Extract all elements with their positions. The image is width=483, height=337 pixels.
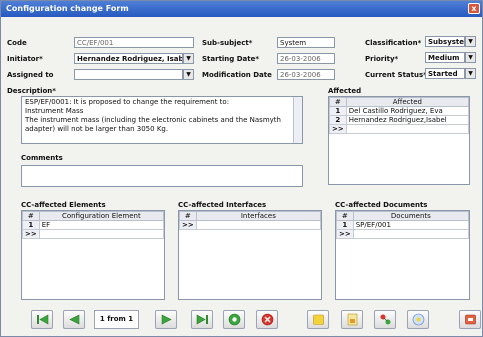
cc-documents-col-name: Documents	[352, 211, 470, 221]
new-record-icon	[228, 313, 240, 326]
status-select[interactable]: Started	[425, 68, 465, 79]
affected-cell[interactable]: Hernandez Rodriguez,Isabel	[345, 115, 470, 125]
row-number: 2	[329, 115, 347, 125]
table-row[interactable]: >>	[336, 229, 470, 239]
workflow-button[interactable]	[374, 310, 396, 329]
title-bar: Configuration change Form x	[1, 1, 482, 17]
status-label: Current Status*	[365, 71, 427, 79]
delete-icon	[261, 313, 273, 326]
row-number: >>	[22, 229, 40, 239]
record-pager: 1 from 1	[94, 310, 139, 329]
assigned-to-select[interactable]	[74, 69, 183, 80]
priority-dropdown-icon[interactable]: ▼	[465, 52, 476, 63]
folder-icon	[312, 314, 324, 325]
row-number: >>	[179, 220, 197, 230]
comments-textarea[interactable]	[21, 165, 303, 187]
cc-documents-col-num: #	[336, 211, 354, 221]
close-button[interactable]: x	[468, 3, 480, 14]
classification-label: Classification*	[365, 39, 422, 47]
exit-icon	[464, 314, 476, 325]
affected-table: # Affected 1 Del Castillo Rodriguez, Eva 2…	[328, 96, 470, 185]
comments-label: Comments	[21, 154, 63, 162]
code-label: Code	[7, 39, 27, 47]
description-scrollbar[interactable]	[293, 97, 302, 143]
help-icon	[412, 313, 424, 326]
affected-col-name: Affected	[345, 97, 470, 107]
assigned-to-label: Assigned to	[7, 71, 54, 79]
cc-interfaces-col-name: Interfaces	[195, 211, 322, 221]
element-cell[interactable]: EF	[38, 220, 165, 230]
previous-icon	[68, 314, 79, 325]
cc-interfaces-label: CC-affected Interfaces	[178, 201, 267, 209]
last-record-button[interactable]	[191, 310, 213, 329]
table-row[interactable]: 1 Del Castillo Rodriguez, Eva	[329, 106, 470, 116]
table-row[interactable]: >>	[22, 229, 165, 239]
subsubject-field[interactable]: System	[277, 37, 335, 48]
table-row[interactable]: 1 EF	[22, 220, 165, 230]
new-record-button[interactable]	[223, 310, 245, 329]
configuration-change-window: Configuration change Form x Code CC/EF/0…	[0, 0, 483, 337]
window-title: Configuration change Form	[6, 4, 129, 13]
document-cell[interactable]: SP/EF/001	[352, 220, 470, 230]
row-number: 1	[336, 220, 354, 230]
cc-documents-table: # Documents 1 SP/EF/001 >>	[335, 210, 470, 300]
cc-elements-table: # Configuration Element 1 EF >>	[21, 210, 165, 300]
next-icon	[161, 314, 172, 325]
description-line: Instrument Mass	[25, 107, 84, 115]
status-dropdown-icon[interactable]: ▼	[465, 68, 476, 79]
first-record-button[interactable]	[31, 310, 53, 329]
table-row[interactable]: >>	[329, 124, 470, 134]
element-cell[interactable]	[38, 229, 165, 239]
next-record-button[interactable]	[155, 310, 177, 329]
classification-select[interactable]: Subsyste...	[425, 36, 465, 47]
row-number: >>	[336, 229, 354, 239]
description-line: adapter) will not be larger than 3050 Kg…	[25, 125, 169, 133]
previous-record-button[interactable]	[63, 310, 85, 329]
open-folder-button[interactable]	[307, 310, 329, 329]
row-number: 1	[329, 106, 347, 116]
starting-date-label: Starting Date*	[202, 55, 260, 63]
last-icon	[196, 314, 208, 325]
affected-label: Affected	[328, 87, 362, 95]
affected-cell[interactable]	[345, 124, 470, 134]
initiator-select[interactable]: Hernandez Rodriguez, Isabel	[74, 53, 183, 64]
initiator-dropdown-icon[interactable]: ▼	[183, 53, 194, 64]
table-row[interactable]: 2 Hernandez Rodriguez,Isabel	[329, 115, 470, 125]
code-field[interactable]: CC/EF/001	[74, 37, 194, 48]
workflow-icon	[380, 314, 390, 325]
row-number: >>	[329, 124, 347, 134]
affected-col-num: #	[329, 97, 347, 107]
table-row[interactable]: >>	[179, 220, 322, 230]
starting-date-field[interactable]: 26-03-2006	[277, 53, 335, 64]
report-button[interactable]	[341, 310, 363, 329]
initiator-label: Initiator*	[7, 55, 43, 63]
cc-elements-label: CC-affected Elements	[21, 201, 106, 209]
cc-elements-col-num: #	[22, 211, 40, 221]
cc-interfaces-table: # Interfaces >>	[178, 210, 322, 300]
priority-label: Priority*	[365, 55, 399, 63]
table-row[interactable]: 1 SP/EF/001	[336, 220, 470, 230]
assigned-to-dropdown-icon[interactable]: ▼	[183, 69, 194, 80]
interface-cell[interactable]	[195, 220, 322, 230]
cc-elements-col-name: Configuration Element	[38, 211, 165, 221]
description-label: Description*	[7, 87, 56, 95]
report-icon	[347, 313, 357, 326]
modification-date-label: Modification Date	[202, 71, 272, 79]
priority-select[interactable]: Medium	[425, 52, 465, 63]
exit-button[interactable]	[459, 310, 481, 329]
description-line: The instrument mass (including the elect…	[25, 116, 281, 124]
classification-dropdown-icon[interactable]: ▼	[465, 36, 476, 47]
cc-interfaces-col-num: #	[179, 211, 197, 221]
help-button[interactable]	[407, 310, 429, 329]
affected-cell[interactable]: Del Castillo Rodriguez, Eva	[345, 106, 470, 116]
subsubject-label: Sub-subject*	[202, 39, 253, 47]
row-number: 1	[22, 220, 40, 230]
description-line: ESP/EF/0001: It is proposed to change th…	[25, 98, 230, 106]
document-cell[interactable]	[352, 229, 470, 239]
cc-documents-label: CC-affected Documents	[335, 201, 428, 209]
description-textarea[interactable]: ESP/EF/0001: It is proposed to change th…	[21, 96, 303, 144]
modification-date-field[interactable]: 26-03-2006	[277, 69, 335, 80]
first-icon	[36, 314, 48, 325]
delete-record-button[interactable]	[256, 310, 278, 329]
